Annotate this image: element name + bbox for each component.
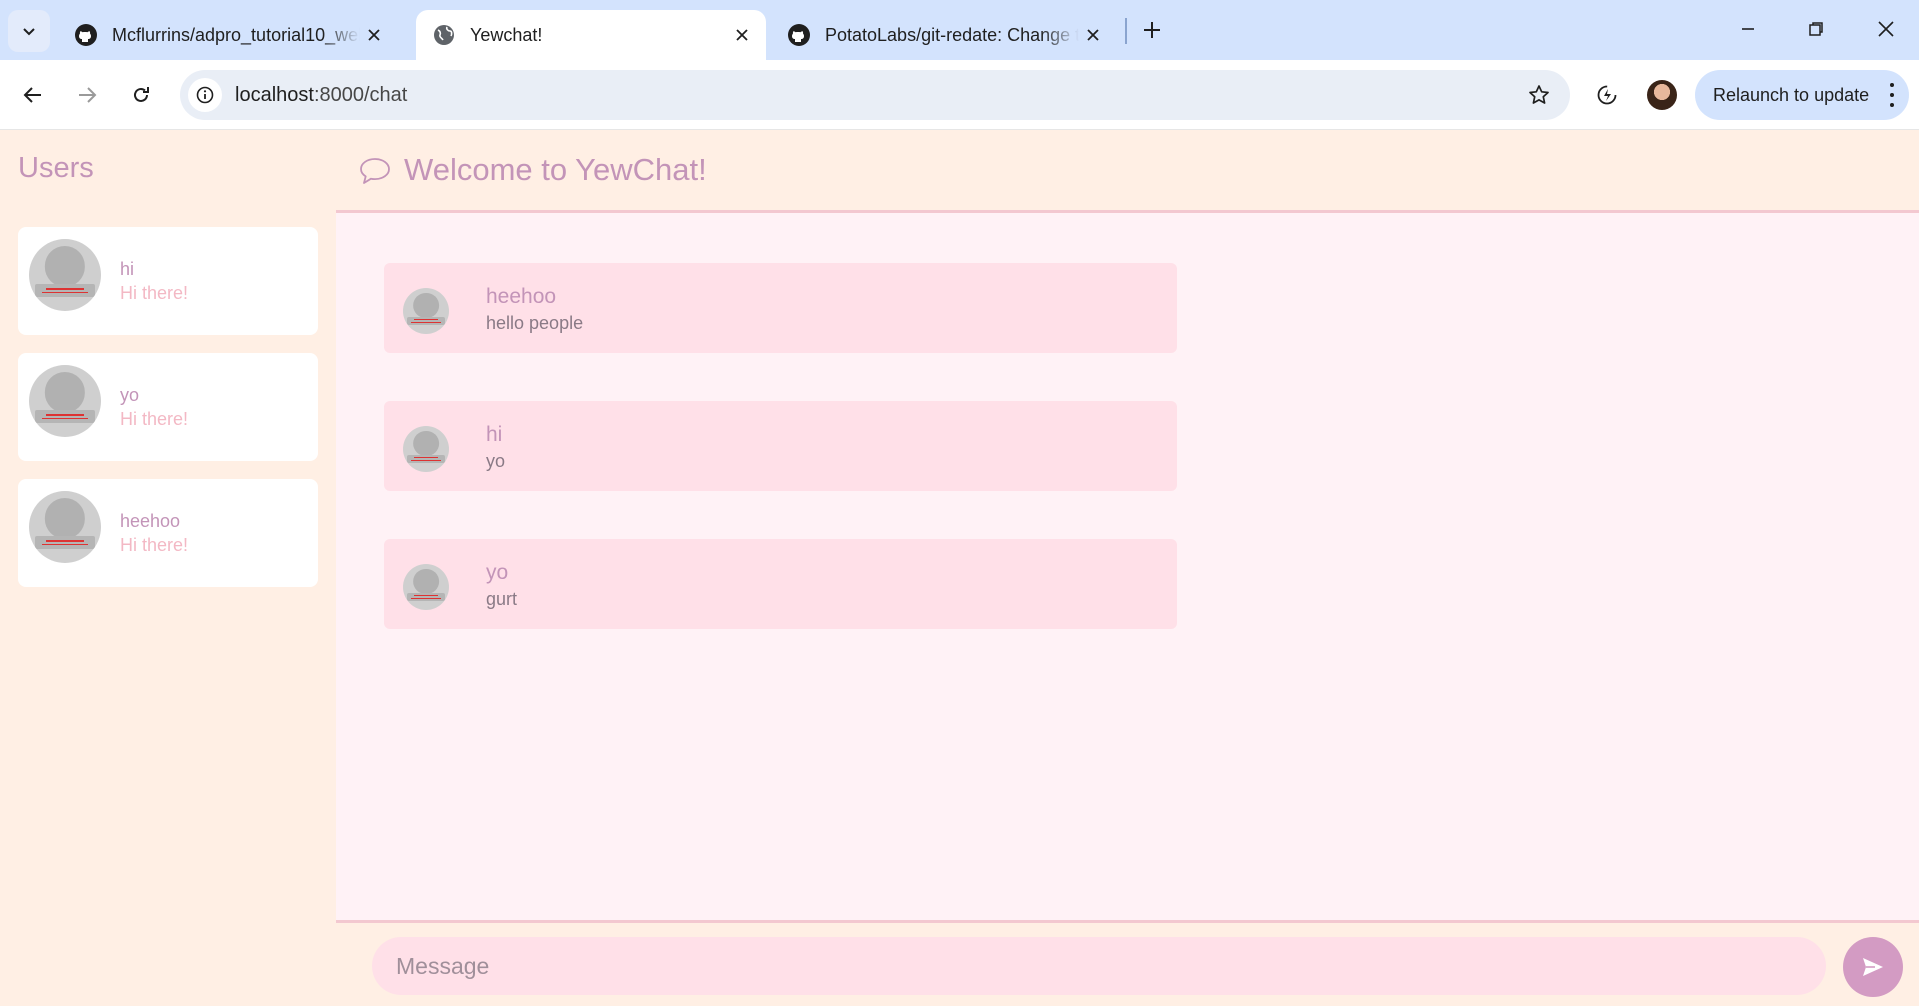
restore-button[interactable]: [1792, 8, 1840, 50]
tab-title: Mcflurrins/adpro_tutorial10_webchat: [112, 24, 360, 45]
user-status: Hi there!: [120, 535, 189, 555]
user-status: Hi there!: [120, 409, 189, 429]
forward-button[interactable]: [70, 78, 104, 112]
close-icon: [1878, 21, 1894, 37]
globe-icon: [432, 23, 456, 47]
message-item: hi yo: [384, 401, 1177, 491]
user-card[interactable]: hi Hi there!: [18, 227, 318, 335]
message-item: yo gurt: [384, 539, 1177, 629]
tab-title: Yewchat!: [470, 24, 543, 45]
bookmark-star-icon[interactable]: [1526, 82, 1552, 108]
message-sender: heehoo: [486, 285, 557, 308]
plus-icon: [1144, 22, 1160, 38]
message-sender: hi: [486, 423, 503, 446]
avatar: [29, 239, 101, 311]
arrow-left-icon: [23, 87, 41, 103]
message-text: hello people: [486, 313, 584, 333]
address-bar[interactable]: localhost:8000/chat: [180, 70, 1570, 120]
chevron-down-icon: [23, 28, 35, 36]
avatar: [29, 365, 101, 437]
url-host: localhost: [235, 84, 314, 106]
user-card[interactable]: heehoo Hi there!: [18, 479, 318, 587]
close-tab-icon[interactable]: [1079, 21, 1107, 49]
users-sidebar: Users hi Hi there! yo Hi there! heehoo H…: [0, 130, 336, 1006]
chat-main: Welcome to YewChat! heehoo hello people …: [336, 130, 1919, 1006]
back-button[interactable]: [16, 78, 50, 112]
avatar: [403, 288, 449, 334]
tab-github-webchat[interactable]: Mcflurrins/adpro_tutorial10_webchat: [58, 10, 398, 60]
send-button[interactable]: [1843, 937, 1903, 997]
speech-bubble-icon: [360, 158, 390, 184]
minimize-button[interactable]: [1724, 8, 1772, 50]
more-vert-icon[interactable]: [1887, 83, 1897, 107]
tab-yewchat[interactable]: Yewchat!: [416, 10, 766, 60]
user-name: heehoo: [120, 511, 181, 531]
tab-git-redate[interactable]: PotatoLabs/git-redate: Change the dates: [771, 10, 1117, 60]
avatar: [403, 426, 449, 472]
user-card[interactable]: yo Hi there!: [18, 353, 318, 461]
minimize-icon: [1742, 28, 1754, 30]
relaunch-update-button[interactable]: Relaunch to update: [1695, 70, 1909, 120]
profile-avatar[interactable]: [1647, 80, 1677, 110]
browser-toolbar: localhost:8000/chat Relaunch to update: [0, 60, 1919, 130]
message-input[interactable]: [372, 937, 1826, 995]
tab-title: PotatoLabs/git-redate: Change the dates: [825, 24, 1079, 45]
avatar: [29, 491, 101, 563]
reload-icon: [134, 87, 149, 102]
send-icon: [1863, 958, 1883, 976]
chat-title: Welcome to YewChat!: [404, 152, 707, 187]
site-info-button[interactable]: [188, 78, 222, 112]
message-composer: [336, 923, 1919, 1006]
messages-list[interactable]: heehoo hello people hi yo yo gurt: [336, 213, 1919, 923]
relaunch-label: Relaunch to update: [1713, 84, 1870, 105]
github-icon: [787, 23, 811, 47]
users-heading: Users: [18, 152, 94, 184]
user-name: yo: [120, 385, 140, 405]
message-sender: yo: [486, 561, 509, 584]
chat-header: Welcome to YewChat!: [336, 130, 1919, 213]
close-tab-icon[interactable]: [360, 21, 388, 49]
user-status: Hi there!: [120, 283, 189, 303]
message-text: yo: [486, 451, 506, 471]
arrow-right-icon: [79, 87, 97, 103]
message-item: heehoo hello people: [384, 263, 1177, 353]
info-icon: [196, 86, 214, 104]
url-text[interactable]: localhost:8000/chat: [235, 84, 407, 107]
new-tab-button[interactable]: [1136, 14, 1168, 46]
close-window-button[interactable]: [1862, 8, 1910, 50]
restore-icon: [1809, 22, 1823, 36]
message-text: gurt: [486, 589, 518, 609]
reload-button[interactable]: [124, 78, 158, 112]
avatar: [403, 564, 449, 610]
url-path: :8000/chat: [313, 84, 408, 106]
tab-separator: [1125, 18, 1127, 44]
performance-icon[interactable]: [1590, 78, 1624, 112]
close-tab-icon[interactable]: [728, 21, 756, 49]
tab-search-button[interactable]: [8, 10, 50, 52]
github-icon: [74, 23, 98, 47]
browser-tab-strip: Mcflurrins/adpro_tutorial10_webchat Yewc…: [0, 0, 1919, 60]
yewchat-page: Users hi Hi there! yo Hi there! heehoo H…: [0, 130, 1919, 1006]
user-name: hi: [120, 259, 135, 279]
